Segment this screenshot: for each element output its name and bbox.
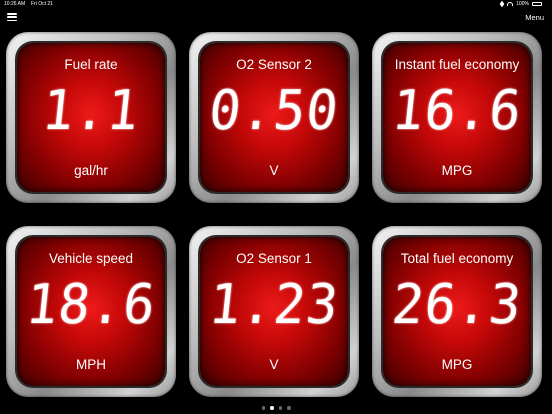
gauge-value: 1.1 [39,79,143,143]
status-bar: 10:26 AM Fri Oct 21 100% [0,0,552,10]
page-dot[interactable] [261,406,265,410]
gauge-unit: gal/hr [74,163,108,178]
gauge-face: O2 Sensor 2 0.50 V [200,43,348,192]
gauge-face: Fuel rate 1.1 gal/hr [17,43,165,192]
wifi-icon [507,2,514,6]
location-icon [499,0,505,8]
gauge-face: Vehicle speed 18.6 MPH [17,237,165,386]
gauge-face: Instant fuel economy 16.6 MPG [383,43,531,192]
page-dot[interactable] [287,406,291,410]
page-dot[interactable] [270,406,274,410]
gauge-label: Total fuel economy [400,251,514,266]
gauge-unit: MPG [441,357,473,372]
page-indicator[interactable] [0,406,552,410]
battery-icon [532,2,542,6]
status-time: 10:26 AM [4,1,26,7]
gauge-unit: V [269,357,279,372]
gauge-total-fuel-economy[interactable]: Total fuel economy 26.3 MPG [372,226,542,397]
gauge-vehicle-speed[interactable]: Vehicle speed 18.6 MPH [6,226,176,397]
gauge-value: 18.6 [23,273,159,337]
menu-button[interactable]: Menu [525,13,544,22]
hamburger-menu-icon[interactable] [7,13,17,21]
gauge-unit: MPH [76,357,106,372]
gauge-face: Total fuel economy 26.3 MPG [383,237,531,386]
gauge-value: 0.50 [206,79,342,143]
gauge-label: Instant fuel economy [394,57,520,72]
gauge-label: O2 Sensor 1 [236,251,312,266]
gauge-value: 16.6 [389,79,525,143]
gauge-value: 26.3 [389,273,525,337]
gauge-fuel-rate[interactable]: Fuel rate 1.1 gal/hr [6,32,176,203]
gauge-label: Fuel rate [64,57,118,72]
gauge-face: O2 Sensor 1 1.23 V [200,237,348,386]
status-indicators: 100% [499,0,542,8]
status-date: Fri Oct 21 [31,1,53,7]
gauge-o2-sensor-1[interactable]: O2 Sensor 1 1.23 V [189,226,359,397]
gauge-instant-fuel-economy[interactable]: Instant fuel economy 16.6 MPG [372,32,542,203]
gauge-unit: V [269,163,279,178]
gauge-label: O2 Sensor 2 [236,57,312,72]
page-dot[interactable] [278,406,282,410]
gauge-o2-sensor-2[interactable]: O2 Sensor 2 0.50 V [189,32,359,203]
gauge-unit: MPG [441,163,473,178]
gauge-value: 1.23 [206,273,342,337]
battery-percent: 100% [516,1,529,7]
gauge-label: Vehicle speed [48,251,134,266]
